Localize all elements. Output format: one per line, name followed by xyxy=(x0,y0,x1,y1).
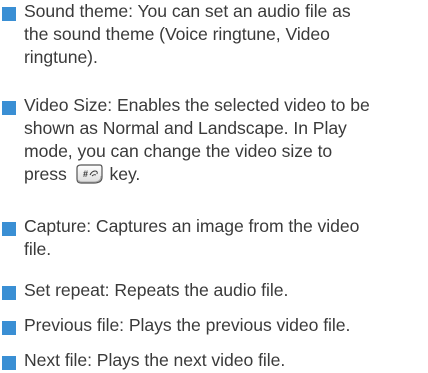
text-line: file. xyxy=(24,239,52,259)
bullet-square-icon xyxy=(2,321,16,335)
list-item-text: Previous file: Plays the previous video … xyxy=(24,314,428,337)
svg-text:#: # xyxy=(83,169,88,179)
list-item-text: Sound theme: You can set an audio file a… xyxy=(24,0,428,69)
text-line: Set repeat: Repeats the audio file. xyxy=(24,280,289,300)
text-line: Next file: Plays the next video file. xyxy=(24,350,286,370)
list-item-text: Video Size: Enables the selected video t… xyxy=(24,94,428,191)
text-line: shown as Normal and Landscape. In Play xyxy=(24,118,347,138)
text-fragment: press xyxy=(24,164,67,184)
text-line: ringtune). xyxy=(24,47,98,67)
text-line: the sound theme (Voice ringtune, Video xyxy=(24,24,330,44)
list-item-text: Next file: Plays the next video file. xyxy=(24,349,428,372)
text-fragment: key. xyxy=(109,164,141,184)
text-line: Previous file: Plays the previous video … xyxy=(24,315,351,335)
text-line: Capture: Captures an image from the vide… xyxy=(24,216,360,236)
bullet-square-icon xyxy=(2,286,16,300)
bullet-square-icon xyxy=(2,356,16,370)
bullet-square-icon xyxy=(2,101,16,115)
list-item-text: Capture: Captures an image from the vide… xyxy=(24,215,428,261)
bullet-square-icon xyxy=(2,7,16,21)
hash-key-icon: # xyxy=(74,163,104,191)
list-item-text: Set repeat: Repeats the audio file. xyxy=(24,279,428,302)
text-line: mode, you can change the video size to xyxy=(24,141,333,161)
text-line: Sound theme: You can set an audio file a… xyxy=(24,1,351,21)
text-line: Video Size: Enables the selected video t… xyxy=(24,95,370,115)
bullet-square-icon xyxy=(2,222,16,236)
text-line-with-key: press # key. xyxy=(24,163,428,191)
